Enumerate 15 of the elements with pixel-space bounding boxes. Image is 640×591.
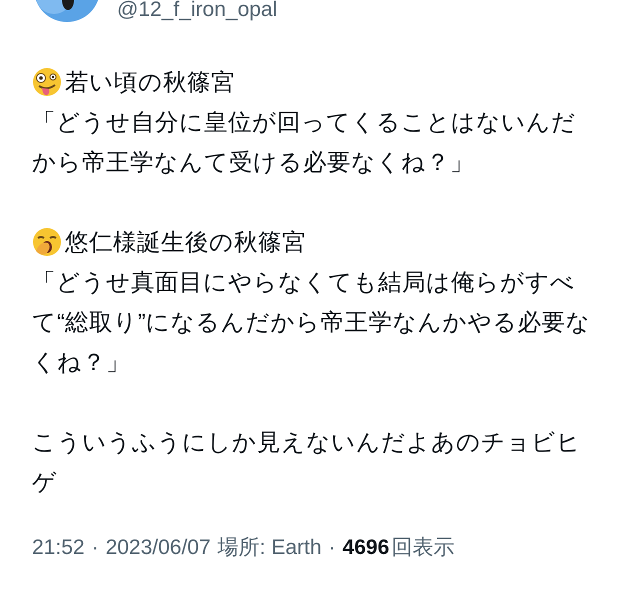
post-time: 21:52 (32, 535, 85, 561)
post-date: 2023/06/07 (106, 535, 211, 561)
closing-text: こういうふうにしか見えないんだよあのチョビヒゲ (32, 428, 582, 497)
section-heading: 悠仁様誕生後の秋篠宮 (65, 228, 306, 257)
zany-face-icon (32, 67, 62, 97)
separator-dot: · (328, 535, 336, 561)
separator-dot: · (92, 535, 99, 561)
quote-text: 「どうせ真面目にやらなくても結局は俺らがすべて“総取り”になるんだから帝王学なんかやる必要なくね？」 (32, 268, 592, 377)
view-count: 4696 (342, 535, 390, 561)
author-handle: @12_f_iron_opal (117, 0, 278, 22)
yawning-face-icon (32, 227, 62, 257)
quote-text: 「どうせ自分に皇位が回ってくることはないんだから帝王学なんて受ける必要なくね？」 (32, 108, 577, 177)
views-label: 回表示 (391, 535, 454, 561)
post-location: 場所: Earth (218, 535, 322, 561)
section-heading: 若い頃の秋篠宮 (65, 68, 235, 97)
